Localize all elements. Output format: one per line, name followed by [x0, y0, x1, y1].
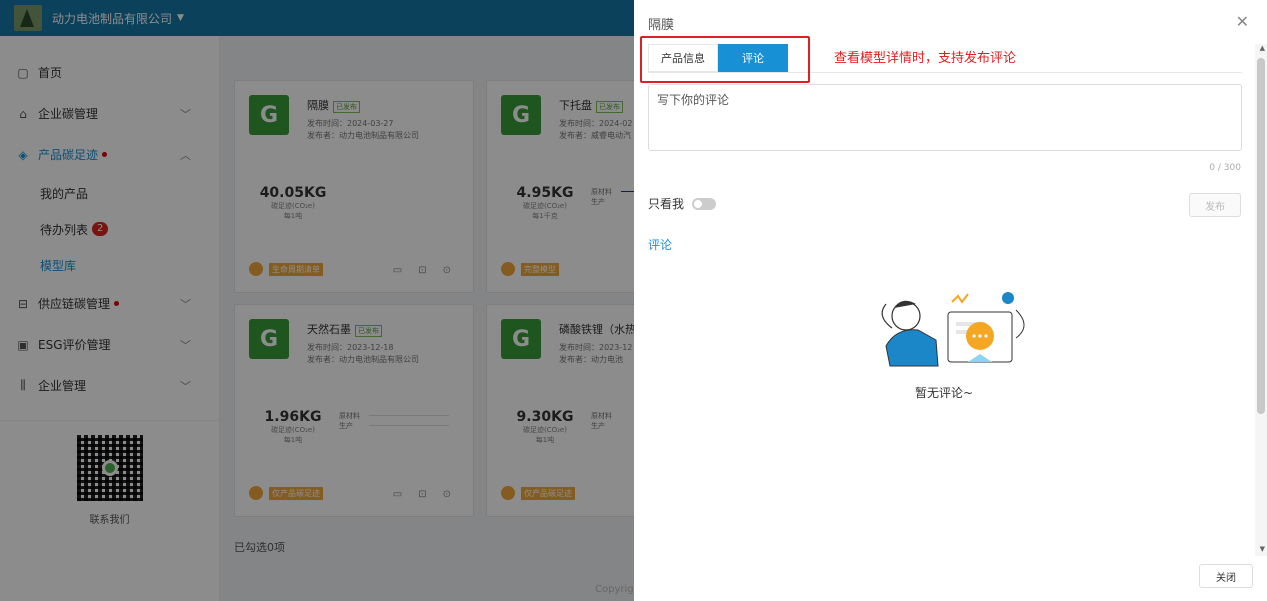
- only-me-filter: 只看我: [648, 195, 717, 212]
- scrollbar-thumb[interactable]: [1257, 58, 1265, 414]
- only-me-label: 只看我: [648, 197, 685, 211]
- scroll-up-icon[interactable]: ▲: [1260, 44, 1265, 52]
- empty-comments-illustration: [881, 292, 1025, 367]
- drawer-mask[interactable]: [0, 0, 634, 601]
- model-detail-drawer: 隔膜 ✕ 产品信息 评论 查看模型详情时，支持发布评论 0 / 300 只看我 …: [634, 0, 1267, 601]
- comment-input[interactable]: [648, 84, 1242, 151]
- annotation-text: 查看模型详情时，支持发布评论: [834, 51, 1017, 66]
- scroll-down-icon[interactable]: ▼: [1260, 545, 1265, 553]
- close-button[interactable]: 关闭: [1199, 564, 1253, 588]
- publish-button[interactable]: 发布: [1189, 193, 1241, 217]
- close-icon[interactable]: ✕: [1236, 12, 1249, 31]
- comment-section-label: 评论: [648, 238, 673, 252]
- empty-message: 暂无评论~: [914, 386, 974, 400]
- only-me-toggle[interactable]: [692, 197, 717, 210]
- drawer-title: 隔膜: [648, 18, 675, 33]
- char-counter: 0 / 300: [1209, 163, 1241, 173]
- annotation-highlight-box: [640, 36, 810, 83]
